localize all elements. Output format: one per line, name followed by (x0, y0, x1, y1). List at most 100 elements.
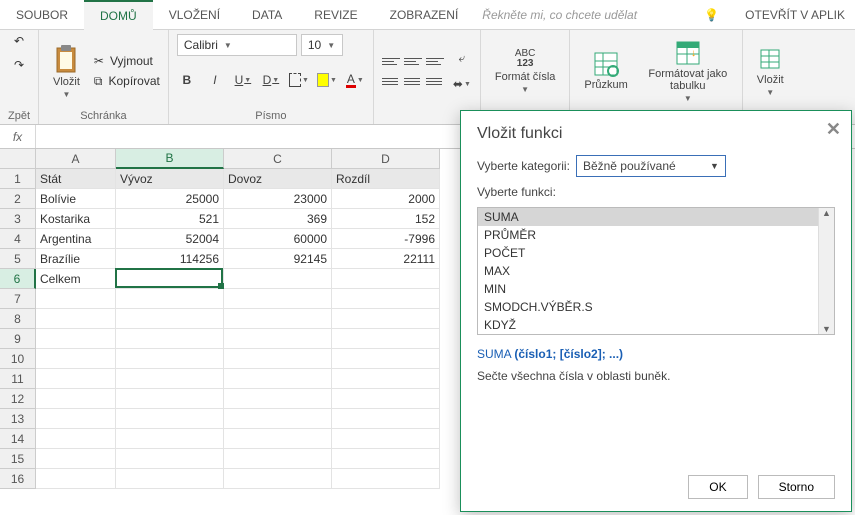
cell-C2[interactable]: 23000 (224, 189, 332, 209)
category-select[interactable]: Běžně používané ▼ (576, 155, 726, 177)
cell-C6[interactable] (224, 269, 332, 289)
redo-button[interactable]: ↷ (14, 58, 24, 72)
scroll-up-icon[interactable]: ▲ (822, 208, 831, 218)
undo-button[interactable]: ↶ (14, 34, 24, 48)
row-header-14[interactable]: 14 (0, 429, 36, 449)
row-header-1[interactable]: 1 (0, 169, 36, 189)
cell-D8[interactable] (332, 309, 440, 329)
tab-vlozeni[interactable]: VLOŽENÍ (153, 0, 236, 30)
scroll-down-icon[interactable]: ▼ (822, 324, 831, 334)
cell-D13[interactable] (332, 409, 440, 429)
cell-B13[interactable] (116, 409, 224, 429)
paste-button[interactable]: Vložit ▼ (47, 42, 86, 101)
italic-button[interactable]: I (205, 70, 225, 90)
underline-button[interactable]: U▼ (233, 70, 253, 90)
cell-A9[interactable] (36, 329, 116, 349)
row-header-15[interactable]: 15 (0, 449, 36, 469)
align-bottom-button[interactable] (426, 54, 444, 68)
tab-revize[interactable]: REVIZE (298, 0, 373, 30)
cell-A1[interactable]: Stát (36, 169, 116, 189)
function-item-počet[interactable]: POČET (478, 244, 834, 262)
cell-A10[interactable] (36, 349, 116, 369)
cell-B8[interactable] (116, 309, 224, 329)
row-header-9[interactable]: 9 (0, 329, 36, 349)
cell-D14[interactable] (332, 429, 440, 449)
function-item-max[interactable]: MAX (478, 262, 834, 280)
cell-D1[interactable]: Rozdíl (332, 169, 440, 189)
cell-A13[interactable] (36, 409, 116, 429)
cell-C15[interactable] (224, 449, 332, 469)
row-header-3[interactable]: 3 (0, 209, 36, 229)
cell-C8[interactable] (224, 309, 332, 329)
cell-B6[interactable] (116, 269, 224, 289)
font-name-combo[interactable]: Calibri ▼ (177, 34, 297, 56)
cell-B12[interactable] (116, 389, 224, 409)
cell-B15[interactable] (116, 449, 224, 469)
cell-D10[interactable] (332, 349, 440, 369)
col-header-C[interactable]: C (224, 149, 332, 169)
cell-B7[interactable] (116, 289, 224, 309)
cell-D11[interactable] (332, 369, 440, 389)
cell-C4[interactable]: 60000 (224, 229, 332, 249)
cell-A8[interactable] (36, 309, 116, 329)
fx-icon[interactable]: fx (0, 125, 36, 148)
cell-B11[interactable] (116, 369, 224, 389)
cell-A6[interactable]: Celkem (36, 269, 116, 289)
cell-C9[interactable] (224, 329, 332, 349)
function-item-průměr[interactable]: PRŮMĚR (478, 226, 834, 244)
cell-A16[interactable] (36, 469, 116, 489)
cell-D3[interactable]: 152 (332, 209, 440, 229)
cut-button[interactable]: ✂ Vyjmout (94, 54, 160, 68)
cell-D12[interactable] (332, 389, 440, 409)
bold-button[interactable]: B (177, 70, 197, 90)
cell-D5[interactable]: 22111 (332, 249, 440, 269)
row-header-10[interactable]: 10 (0, 349, 36, 369)
tab-data[interactable]: DATA (236, 0, 298, 30)
cell-C11[interactable] (224, 369, 332, 389)
row-header-16[interactable]: 16 (0, 469, 36, 489)
tell-me-box[interactable]: Řekněte mi, co chcete udělat 💡 (474, 8, 735, 22)
align-center-button[interactable] (404, 74, 422, 88)
tab-zobrazeni[interactable]: ZOBRAZENÍ (374, 0, 475, 30)
cancel-button[interactable]: Storno (758, 475, 835, 499)
col-header-B[interactable]: B (116, 149, 224, 169)
cell-C10[interactable] (224, 349, 332, 369)
wrap-text-button[interactable]: ⤶ (452, 48, 472, 68)
cell-A4[interactable]: Argentina (36, 229, 116, 249)
cell-D9[interactable] (332, 329, 440, 349)
cell-D7[interactable] (332, 289, 440, 309)
tab-soubor[interactable]: SOUBOR (0, 0, 84, 30)
select-all-corner[interactable] (0, 149, 36, 169)
cell-B9[interactable] (116, 329, 224, 349)
cell-D15[interactable] (332, 449, 440, 469)
row-header-7[interactable]: 7 (0, 289, 36, 309)
cell-C14[interactable] (224, 429, 332, 449)
font-color-button[interactable]: A▼ (345, 70, 365, 90)
open-in-app[interactable]: OTEVŘÍT V APLIK (735, 8, 855, 22)
row-header-12[interactable]: 12 (0, 389, 36, 409)
cell-A11[interactable] (36, 369, 116, 389)
copy-button[interactable]: ⧉ Kopírovat (94, 74, 160, 89)
cell-C12[interactable] (224, 389, 332, 409)
cell-C16[interactable] (224, 469, 332, 489)
cell-A14[interactable] (36, 429, 116, 449)
cell-D4[interactable]: -7996 (332, 229, 440, 249)
borders-button[interactable]: ▼ (289, 70, 309, 90)
number-format-button[interactable]: ABC 123 Formát čísla ▼ (489, 47, 562, 96)
cell-B16[interactable] (116, 469, 224, 489)
align-right-button[interactable] (426, 74, 444, 88)
align-top-button[interactable] (382, 54, 400, 68)
cell-B4[interactable]: 52004 (116, 229, 224, 249)
fill-color-button[interactable]: ▼ (317, 70, 337, 90)
cell-B2[interactable]: 25000 (116, 189, 224, 209)
format-as-table-button[interactable]: ↓ Formátovat jako tabulku ▼ (642, 38, 734, 105)
cell-A15[interactable] (36, 449, 116, 469)
col-header-D[interactable]: D (332, 149, 440, 169)
row-header-4[interactable]: 4 (0, 229, 36, 249)
cell-C1[interactable]: Dovoz (224, 169, 332, 189)
cell-D6[interactable] (332, 269, 440, 289)
row-header-13[interactable]: 13 (0, 409, 36, 429)
cell-C7[interactable] (224, 289, 332, 309)
col-header-A[interactable]: A (36, 149, 116, 169)
font-size-combo[interactable]: 10 ▼ (301, 34, 343, 56)
